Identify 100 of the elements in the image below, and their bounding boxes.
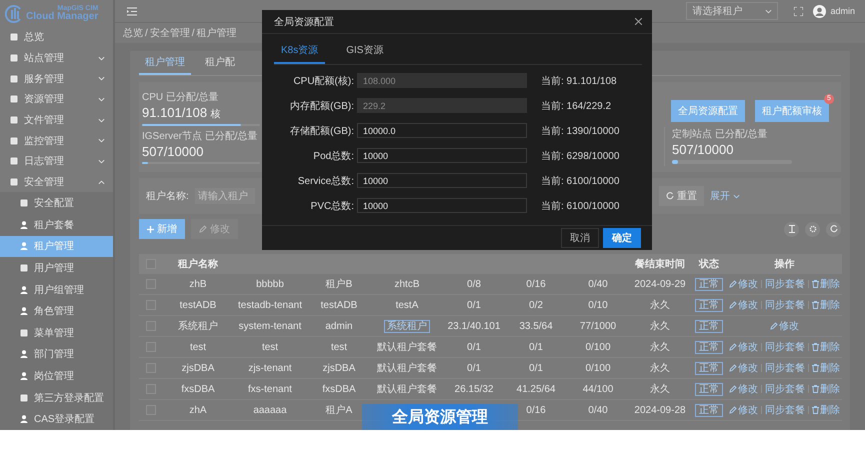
tenant-name-field[interactable]: 请输入租户 <box>194 188 255 204</box>
edit-link[interactable]: 修改 <box>729 382 758 396</box>
dialog-tab[interactable]: K8s资源 <box>274 43 326 64</box>
sidebar-item[interactable]: 服务管理 <box>0 68 113 90</box>
page-tab[interactable]: 租户配 <box>199 55 241 75</box>
square-icon <box>10 95 18 104</box>
sync-link[interactable]: 同步套餐 <box>765 277 805 291</box>
edit-link[interactable]: 修改 <box>729 340 758 354</box>
delete-link[interactable]: 删除 <box>812 403 840 417</box>
sync-link[interactable]: 同步套餐 <box>765 340 805 354</box>
column-header: 操作 <box>774 259 794 270</box>
sidebar-subitem[interactable]: 安全配置 <box>0 192 113 214</box>
table-cell: 租户A <box>326 405 352 416</box>
delete-link[interactable]: 删除 <box>812 361 840 375</box>
user-name[interactable]: admin <box>830 6 855 16</box>
column-height-icon[interactable] <box>784 222 799 236</box>
sync-link[interactable]: 同步套餐 <box>765 403 805 417</box>
reset-button[interactable]: 重置 <box>659 186 704 206</box>
square-icon <box>10 116 18 124</box>
table-cell: 0/16 <box>526 278 546 290</box>
edit-link[interactable]: 修改 <box>770 319 799 333</box>
action-button[interactable]: 租户配额审核 <box>755 100 829 122</box>
square-icon <box>10 136 18 145</box>
page-tab[interactable]: 租户管理 <box>139 55 191 75</box>
sidebar-subitem[interactable]: CAS登录配置 <box>0 408 113 430</box>
table-cell: 41.25/64 <box>516 384 556 394</box>
quota-field[interactable]: 10000 <box>357 198 527 213</box>
square-icon <box>10 74 18 83</box>
sidebar-subitem[interactable]: 租户套餐 <box>0 214 113 236</box>
action-button[interactable]: 全局资源配置 <box>671 100 745 122</box>
status-tag: 正常 <box>695 278 723 291</box>
refresh-icon[interactable] <box>826 222 841 236</box>
sidebar-subitem[interactable]: 租户管理 <box>0 236 113 258</box>
person-icon <box>20 307 28 316</box>
chevron-icon <box>733 194 740 198</box>
breadcrumb-item[interactable]: 安全管理 <box>150 26 190 40</box>
add-button[interactable]: 新增 <box>139 219 185 239</box>
sidebar-item[interactable]: 日志管理 <box>0 151 113 172</box>
sidebar-subitem[interactable]: 用户管理 <box>0 257 113 279</box>
tenant-select[interactable]: 请选择租户 <box>686 2 778 20</box>
person-icon <box>20 286 28 294</box>
sidebar-item[interactable]: 资源管理 <box>0 89 113 110</box>
delete-link[interactable]: 删除 <box>812 298 840 312</box>
quota-field[interactable]: 10000 <box>357 148 527 163</box>
status-tag: 正常 <box>695 404 723 417</box>
table-cell: 0/40 <box>588 404 608 416</box>
field-label: PVC总数: <box>310 200 355 212</box>
table-cell: 永久 <box>650 363 670 374</box>
sidebar-item[interactable]: 文件管理 <box>0 110 113 130</box>
status-tag: 正常 <box>695 299 723 312</box>
delete-link[interactable]: 删除 <box>812 382 840 396</box>
sidebar-subitem[interactable]: 部门管理 <box>0 344 113 366</box>
sidebar-item[interactable]: 总览 <box>0 27 113 48</box>
delete-link[interactable]: 删除 <box>812 277 840 291</box>
table-cell: 33.5/64 <box>519 320 553 332</box>
expand-link[interactable]: 展开 <box>710 189 740 203</box>
sidebar-subitem[interactable]: 菜单管理 <box>0 322 113 344</box>
sync-link[interactable]: 同步套餐 <box>765 298 805 312</box>
confirm-button[interactable]: 确定 <box>603 228 641 248</box>
dialog-tab[interactable]: GIS资源 <box>339 43 390 64</box>
table-cell: 0/40 <box>588 278 608 290</box>
breadcrumb-item[interactable]: 租户管理 <box>196 26 237 40</box>
table-cell: 系统租户 <box>178 321 218 332</box>
table-cell: zhtcB <box>394 278 420 290</box>
sidebar-subitem[interactable]: 第三方登录配置 <box>0 386 113 408</box>
square-icon <box>20 199 28 208</box>
sidebar-item[interactable]: 安全管理 <box>0 172 113 192</box>
sync-link[interactable]: 同步套餐 <box>765 361 805 375</box>
sidebar-subitem[interactable]: 用户组管理 <box>0 278 113 300</box>
edit-link[interactable]: 修改 <box>729 403 758 417</box>
refresh-icon <box>666 192 674 200</box>
sidebar-item[interactable]: 监控管理 <box>0 130 113 152</box>
sidebar-subitem[interactable]: 岗位管理 <box>0 365 113 387</box>
edit-link[interactable]: 修改 <box>729 298 758 312</box>
delete-link[interactable]: 删除 <box>812 340 840 354</box>
quota-field[interactable]: 10000 <box>357 173 527 188</box>
close-icon[interactable] <box>635 18 642 25</box>
table-cell: 永久 <box>650 300 670 311</box>
sidebar-subitem[interactable]: 角色管理 <box>0 300 113 322</box>
stat-label: 定制站点 已分配/总量 <box>672 128 769 141</box>
breadcrumb-item[interactable]: 总览 <box>123 26 143 40</box>
edit-link[interactable]: 修改 <box>729 361 758 375</box>
avatar-icon[interactable] <box>813 4 826 18</box>
settings-icon[interactable] <box>805 222 820 236</box>
field-label: Service总数: <box>296 174 355 188</box>
menu-icon[interactable] <box>127 6 137 16</box>
search-label: 租户名称: <box>146 190 189 203</box>
sidebar-item[interactable]: 站点管理 <box>0 48 113 68</box>
cancel-button[interactable]: 取消 <box>561 228 599 248</box>
table-cell: test <box>262 342 278 352</box>
person-icon <box>20 242 28 250</box>
edit-link[interactable]: 修改 <box>729 277 758 291</box>
square-icon <box>10 54 18 62</box>
square-icon <box>10 178 18 186</box>
quota-field[interactable]: 10000.0 <box>357 123 527 138</box>
fullscreen-icon[interactable] <box>794 6 804 16</box>
square-icon <box>10 157 18 166</box>
sync-link[interactable]: 同步套餐 <box>765 382 805 396</box>
dialog-title: 全局资源配置 <box>274 16 335 28</box>
table-cell: fxsDBA <box>181 384 215 394</box>
